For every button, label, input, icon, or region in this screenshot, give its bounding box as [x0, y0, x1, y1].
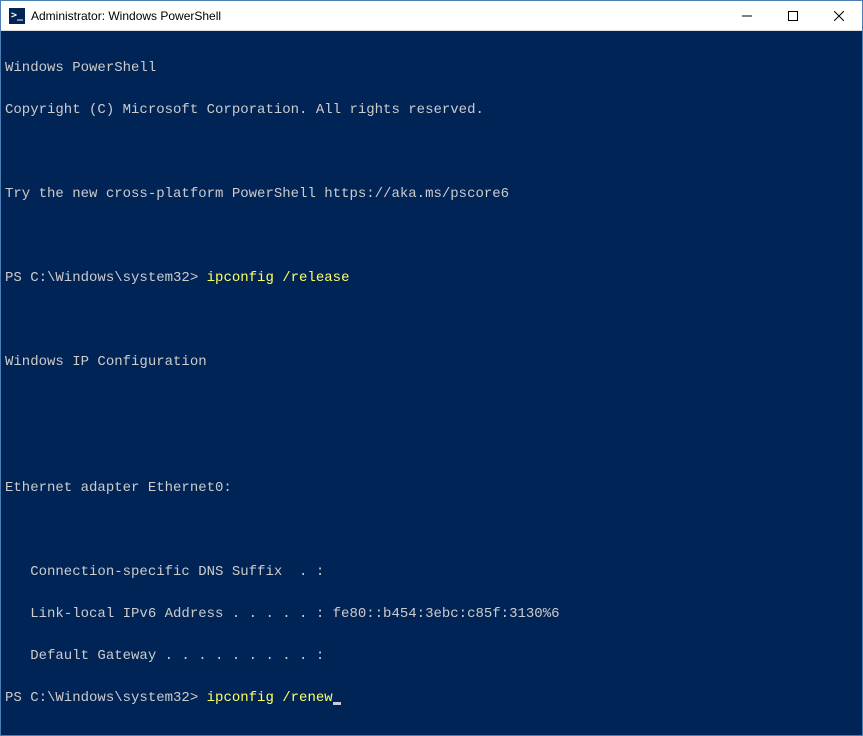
prompt-prefix: PS C:\Windows\system32>: [5, 270, 207, 286]
terminal-output: Try the new cross-platform PowerShell ht…: [5, 187, 858, 201]
titlebar[interactable]: >_ Administrator: Windows PowerShell: [1, 1, 862, 31]
terminal-output: Connection-specific DNS Suffix . :: [5, 565, 858, 579]
terminal-output: [5, 229, 858, 243]
close-button[interactable]: [816, 1, 862, 30]
terminal-output: [5, 439, 858, 453]
maximize-icon: [788, 11, 798, 21]
terminal-output: Windows PowerShell: [5, 61, 858, 75]
terminal-output: Link-local IPv6 Address . . . . . : fe80…: [5, 607, 858, 621]
minimize-button[interactable]: [724, 1, 770, 30]
terminal-output: Windows IP Configuration: [5, 355, 858, 369]
cursor: [333, 702, 341, 705]
close-icon: [834, 11, 844, 21]
terminal-output: Ethernet adapter Ethernet0:: [5, 481, 858, 495]
terminal-prompt-line: PS C:\Windows\system32> ipconfig /renew: [5, 691, 858, 705]
terminal-output: [5, 397, 858, 411]
window-title: Administrator: Windows PowerShell: [31, 9, 724, 23]
command-text: ipconfig /renew: [207, 690, 333, 706]
terminal-output: [5, 523, 858, 537]
powershell-icon: >_: [9, 8, 25, 24]
terminal-output: [5, 145, 858, 159]
minimize-icon: [742, 11, 752, 21]
terminal-output: Copyright (C) Microsoft Corporation. All…: [5, 103, 858, 117]
maximize-button[interactable]: [770, 1, 816, 30]
window-controls: [724, 1, 862, 30]
powershell-window: >_ Administrator: Windows PowerShell Win…: [0, 0, 863, 736]
prompt-prefix: PS C:\Windows\system32>: [5, 690, 207, 706]
terminal-output: [5, 313, 858, 327]
powershell-icon-glyph: >_: [11, 10, 23, 21]
terminal-output: Default Gateway . . . . . . . . . :: [5, 649, 858, 663]
command-text: ipconfig /release: [207, 270, 350, 286]
terminal-area[interactable]: Windows PowerShell Copyright (C) Microso…: [1, 31, 862, 735]
terminal-prompt-line: PS C:\Windows\system32> ipconfig /releas…: [5, 271, 858, 285]
